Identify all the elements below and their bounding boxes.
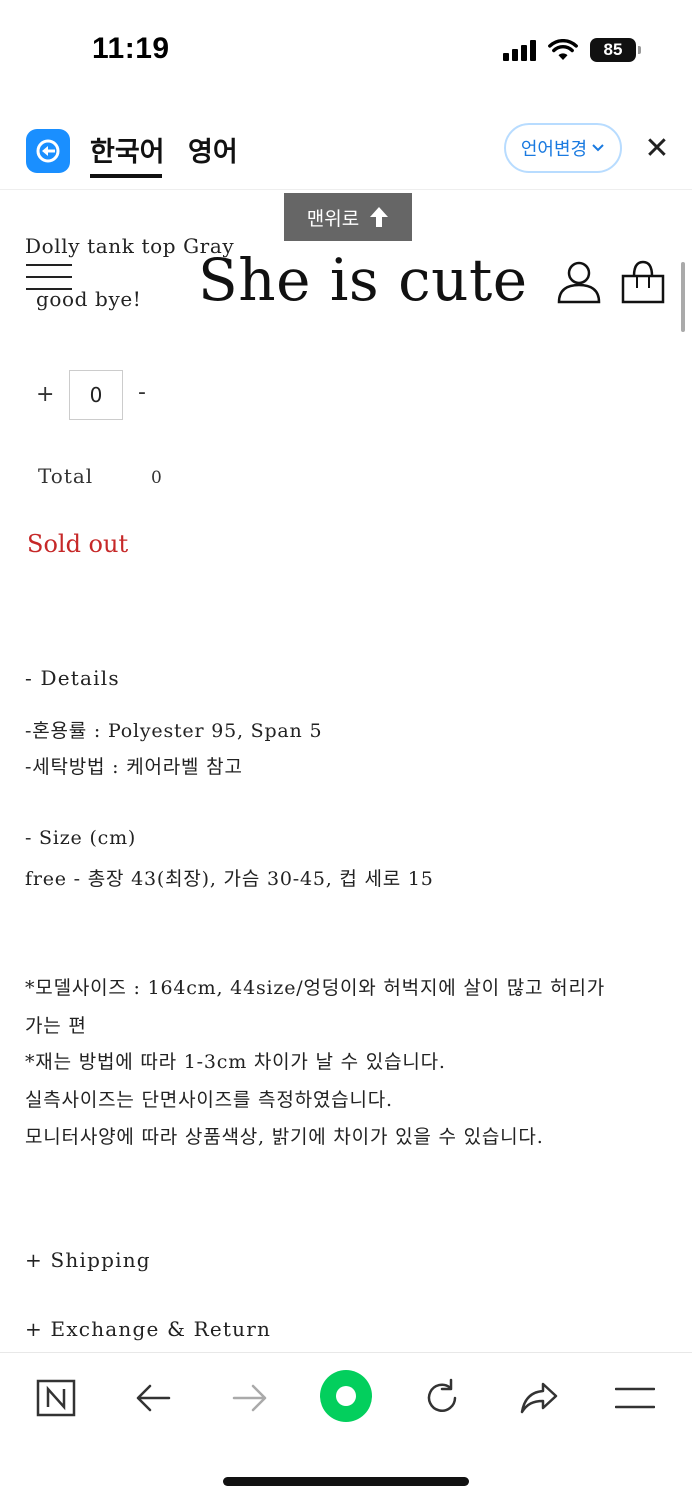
measurement-note: *재는 방법에 따라 1-3cm 차이가 날 수 있습니다. [25, 1051, 446, 1073]
forward-arrow-icon[interactable] [223, 1373, 277, 1423]
site-logo[interactable]: She is cute [198, 246, 528, 314]
chevron-down-icon [592, 144, 604, 152]
arrow-up-icon [370, 207, 389, 227]
status-time: 11:19 [92, 32, 170, 65]
battery-icon: 85 [590, 38, 641, 62]
wifi-icon [548, 39, 578, 60]
reload-icon[interactable] [415, 1373, 469, 1423]
naver-n-icon[interactable] [29, 1373, 83, 1423]
hamburger-menu-icon[interactable] [26, 264, 74, 294]
tab-korean[interactable]: 한국어 [90, 130, 165, 169]
back-arrow-icon[interactable] [126, 1373, 180, 1423]
translation-bar: 한국어 영어 언어변경 ✕ [0, 112, 692, 190]
model-size-note: *모델사이즈 : 164cm, 44size/엉덩이와 허벅지에 살이 많고 허… [25, 977, 606, 999]
scroll-to-top-button[interactable]: 맨위로 [284, 193, 412, 241]
share-icon[interactable] [512, 1373, 566, 1423]
close-icon[interactable]: ✕ [640, 132, 674, 166]
exchange-return-toggle[interactable]: + Exchange & Return [25, 1317, 271, 1341]
browser-toolbar [0, 1352, 692, 1500]
material-text: -혼용률 : Polyester 95, Span 5 [25, 720, 323, 742]
size-text: free - 총장 43(최장), 가슴 30-45, 컵 세로 15 [25, 868, 434, 890]
language-change-label: 언어변경 [520, 139, 588, 160]
status-bar: 11:19 85 [0, 0, 692, 100]
scrollbar[interactable] [681, 262, 685, 332]
details-heading: - Details [25, 666, 120, 690]
home-indicator[interactable] [223, 1477, 469, 1486]
scroll-to-top-label: 맨위로 [306, 207, 360, 230]
user-icon[interactable] [556, 260, 602, 304]
total-label: Total [38, 464, 94, 488]
quantity-decrease-button[interactable]: - [138, 380, 146, 405]
cellular-signal-icon [503, 39, 536, 61]
tab-english[interactable]: 영어 [188, 130, 238, 169]
language-change-button[interactable]: 언어변경 [504, 123, 622, 173]
size-heading: - Size (cm) [25, 827, 137, 849]
sold-out-status: Sold out [27, 530, 129, 558]
measurement-method-note: 실측사이즈는 단면사이즈를 측정하였습니다. [25, 1089, 393, 1111]
monitor-color-note: 모니터사양에 따라 상품색상, 밝기에 차이가 있을 수 있습니다. [25, 1126, 544, 1148]
shipping-toggle[interactable]: + Shipping [25, 1248, 151, 1272]
model-size-note-cont: 가는 편 [25, 1015, 87, 1037]
total-value: 0 [151, 468, 162, 488]
green-dot-icon[interactable] [319, 1370, 373, 1422]
quantity-input[interactable] [69, 370, 123, 420]
quantity-increase-button[interactable]: + [36, 382, 54, 407]
shopping-bag-icon[interactable] [620, 260, 666, 304]
menu-icon[interactable] [608, 1373, 662, 1423]
washing-text: -세탁방법 : 케어라벨 참고 [25, 756, 243, 778]
active-tab-indicator [90, 174, 162, 178]
translator-logo-icon [26, 129, 70, 173]
status-icons: 85 [503, 38, 641, 62]
